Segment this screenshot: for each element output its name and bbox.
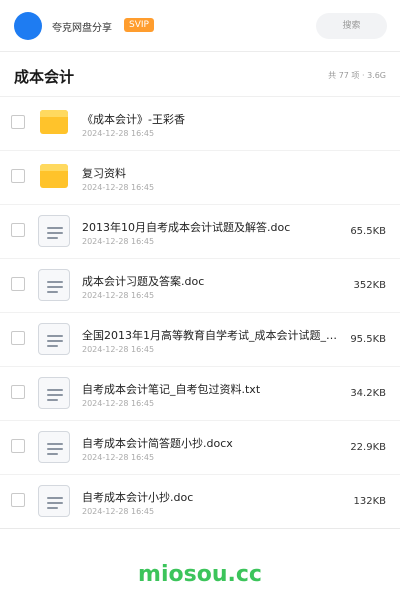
file-date: 2024-12-28 16:45 [82, 453, 155, 462]
file-row[interactable]: 全国2013年1月高等教育自学考试_成本会计试题_课程代码00156.doc 2… [0, 313, 400, 367]
file-size: 34.2KB [350, 388, 386, 399]
top-bar: 夸克网盘分享 SVIP 搜索 [0, 0, 400, 52]
folder-icon [38, 107, 70, 139]
row-checkbox[interactable] [11, 385, 25, 399]
file-name: 自考成本会计小抄.doc [82, 491, 194, 504]
app-name: 夸克网盘分享 [52, 23, 112, 34]
file-name: 自考成本会计笔记_自考包过资料.txt [82, 383, 261, 396]
file-size: 95.5KB [350, 334, 386, 345]
row-checkbox[interactable] [11, 439, 25, 453]
folder-icon [38, 161, 70, 193]
file-date: 2024-12-28 16:45 [82, 507, 155, 516]
file-date: 2024-12-28 16:45 [82, 399, 155, 408]
file-date: 2024-12-28 16:45 [82, 345, 155, 354]
document-icon [38, 269, 70, 301]
document-icon [38, 215, 70, 247]
document-icon [38, 323, 70, 355]
file-row[interactable]: 《成本会计》-王彩香 2024-12-28 16:45 [0, 97, 400, 151]
folder-header: 成本会计 共 77 项 · 3.6G [0, 52, 400, 97]
file-row[interactable]: 2013年10月自考成本会计试题及解答.doc 2024-12-28 16:45… [0, 205, 400, 259]
file-name: 复习资料 [82, 167, 126, 180]
file-list: 《成本会计》-王彩香 2024-12-28 16:45 复习资料 2024-12… [0, 97, 400, 529]
row-checkbox[interactable] [11, 331, 25, 345]
avatar[interactable] [14, 12, 42, 40]
file-date: 2024-12-28 16:45 [82, 237, 155, 246]
folder-summary: 共 77 项 · 3.6G [328, 71, 386, 80]
file-size: 132KB [353, 496, 386, 507]
file-name: 《成本会计》-王彩香 [82, 113, 185, 126]
file-name: 自考成本会计简答题小抄.docx [82, 437, 233, 450]
file-date: 2024-12-28 16:45 [82, 183, 155, 192]
site-watermark: miosou.cc [138, 562, 262, 587]
file-row[interactable]: 自考成本会计小抄.doc 2024-12-28 16:45 132KB [0, 475, 400, 529]
row-checkbox[interactable] [11, 115, 25, 129]
file-row[interactable]: 复习资料 2024-12-28 16:45 [0, 151, 400, 205]
row-checkbox[interactable] [11, 493, 25, 507]
file-name: 成本会计习题及答案.doc [82, 275, 205, 288]
document-icon [38, 485, 70, 517]
document-icon [38, 377, 70, 409]
file-size: 352KB [353, 280, 386, 291]
row-checkbox[interactable] [11, 223, 25, 237]
file-name: 2013年10月自考成本会计试题及解答.doc [82, 221, 291, 234]
file-name: 全国2013年1月高等教育自学考试_成本会计试题_课程代码00156.doc [82, 329, 338, 342]
file-row[interactable]: 自考成本会计简答题小抄.docx 2024-12-28 16:45 22.9KB [0, 421, 400, 475]
svip-badge: SVIP [124, 18, 154, 32]
file-size: 22.9KB [350, 442, 386, 453]
document-icon [38, 431, 70, 463]
file-row[interactable]: 成本会计习题及答案.doc 2024-12-28 16:45 352KB [0, 259, 400, 313]
file-date: 2024-12-28 16:45 [82, 129, 155, 138]
page-title: 成本会计 [14, 68, 75, 86]
file-date: 2024-12-28 16:45 [82, 291, 155, 300]
file-size: 65.5KB [350, 226, 386, 237]
row-checkbox[interactable] [11, 169, 25, 183]
file-row[interactable]: 自考成本会计笔记_自考包过资料.txt 2024-12-28 16:45 34.… [0, 367, 400, 421]
search-button[interactable]: 搜索 [316, 13, 387, 39]
row-checkbox[interactable] [11, 277, 25, 291]
